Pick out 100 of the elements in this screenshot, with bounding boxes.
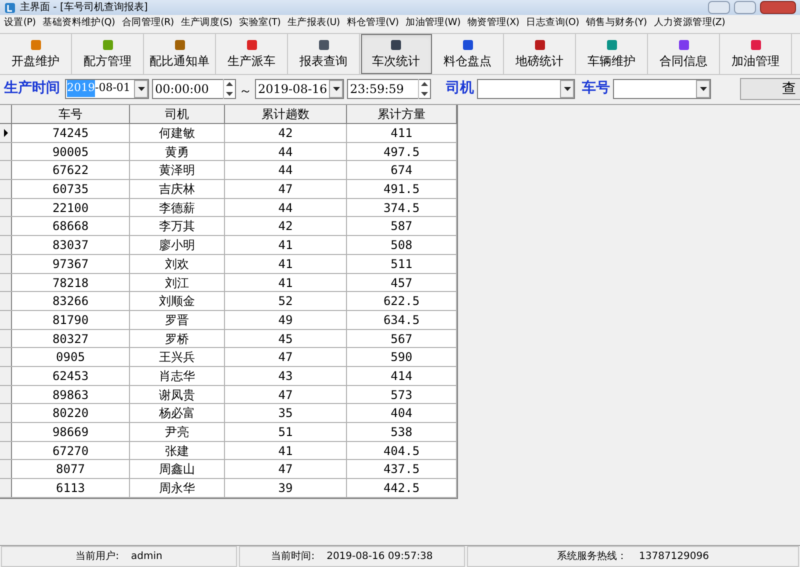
toolbar-button[interactable]: 车次统计 bbox=[360, 34, 432, 74]
date-from-field[interactable]: 2019-08-01 bbox=[65, 78, 149, 98]
menu-item[interactable]: 人力资源管理(Z) bbox=[654, 16, 726, 31]
dropdown-button[interactable] bbox=[329, 80, 343, 98]
table-cell: 22100 bbox=[12, 198, 130, 216]
table-cell: 罗晋 bbox=[130, 310, 225, 329]
menu-item[interactable]: 销售与财务(Y) bbox=[586, 16, 647, 31]
column-header[interactable]: 车号 bbox=[12, 105, 130, 123]
range-separator: ～ bbox=[239, 82, 252, 101]
time-text: 23:59:59 bbox=[350, 80, 405, 98]
table-cell: 573 bbox=[347, 386, 457, 404]
time-to-field[interactable]: 23:59:59 bbox=[347, 78, 431, 98]
table-cell: 35 bbox=[225, 404, 347, 422]
toolbar-icon bbox=[172, 38, 186, 52]
menu-item[interactable]: 日志查询(O) bbox=[526, 16, 579, 31]
spin-button[interactable] bbox=[418, 78, 430, 98]
driver-label: 司机 bbox=[446, 79, 474, 98]
table-cell: 杨必富 bbox=[130, 404, 225, 422]
table-cell: 47 bbox=[225, 180, 347, 198]
table-cell: 68668 bbox=[12, 217, 130, 236]
dropdown-arrow-icon bbox=[332, 86, 340, 90]
menu-item[interactable]: 加油管理(W) bbox=[406, 16, 460, 31]
table-cell: 508 bbox=[347, 236, 457, 254]
table-cell: 622.5 bbox=[347, 292, 457, 310]
table-cell: 李德薪 bbox=[130, 198, 225, 216]
table-cell: 47 bbox=[225, 348, 347, 366]
table-cell: 谢凤贵 bbox=[130, 386, 225, 404]
status-label: 当前用户: bbox=[76, 550, 120, 564]
table-cell: 78218 bbox=[12, 274, 130, 292]
table-cell: 567 bbox=[347, 330, 457, 348]
date-text: 2019-08-16 bbox=[258, 80, 328, 98]
table-cell: 411 bbox=[347, 124, 457, 142]
date-text: -08-01 bbox=[95, 80, 132, 96]
table-cell: 周鑫山 bbox=[130, 460, 225, 478]
driver-dropdown[interactable] bbox=[477, 78, 575, 98]
menu-item[interactable]: 生产报表(U) bbox=[288, 16, 340, 31]
menu-item[interactable]: 料仓管理(V) bbox=[346, 16, 399, 31]
date-to-field[interactable]: 2019-08-16 bbox=[255, 78, 344, 98]
status-label: 当前时间: bbox=[271, 550, 315, 564]
dropdown-button[interactable] bbox=[134, 80, 148, 98]
table-cell: 42 bbox=[225, 217, 347, 236]
query-button[interactable]: 查 bbox=[740, 78, 800, 100]
table-cell: 590 bbox=[347, 348, 457, 366]
toolbar-icon bbox=[604, 38, 618, 52]
toolbar-icon bbox=[676, 38, 690, 52]
row-header[interactable] bbox=[0, 124, 12, 142]
status-value: admin bbox=[131, 550, 162, 564]
table-cell: 442.5 bbox=[347, 479, 457, 497]
table-cell: 47 bbox=[225, 386, 347, 404]
table-cell: 黄泽明 bbox=[130, 161, 225, 180]
restore-button[interactable] bbox=[734, 1, 756, 14]
table-cell: 廖小明 bbox=[130, 236, 225, 254]
spin-button[interactable] bbox=[223, 78, 235, 98]
table-cell: 41 bbox=[225, 274, 347, 292]
table-cell: 437.5 bbox=[347, 460, 457, 478]
table-cell: 41 bbox=[225, 254, 347, 272]
dropdown-arrow-icon bbox=[700, 86, 706, 90]
table-cell: 44 bbox=[225, 161, 347, 180]
column-header[interactable]: 累计趟数 bbox=[225, 105, 347, 123]
table-cell: 51 bbox=[225, 423, 347, 441]
column-header[interactable]: 累计方量 bbox=[347, 105, 457, 123]
time-from-field[interactable]: 00:00:00 bbox=[152, 78, 236, 98]
table-cell: 587 bbox=[347, 217, 457, 236]
table-cell: 497.5 bbox=[347, 142, 457, 160]
vehicle-dropdown[interactable] bbox=[613, 78, 711, 98]
time-text: 00:00:00 bbox=[155, 80, 210, 98]
menu-item[interactable]: 基础资料维护(Q) bbox=[42, 16, 115, 31]
table-cell: 39 bbox=[225, 479, 347, 497]
table-cell: 41 bbox=[225, 442, 347, 460]
table-cell: 414 bbox=[347, 366, 457, 385]
table-cell: 刘顺金 bbox=[130, 292, 225, 310]
table-cell: 吉庆林 bbox=[130, 180, 225, 198]
menu-item[interactable]: 实验室(T) bbox=[239, 16, 281, 31]
menu-item[interactable]: 生产调度(S) bbox=[180, 16, 232, 31]
selected-text: 2019 bbox=[67, 80, 95, 97]
table-cell: 42 bbox=[225, 124, 347, 142]
table-cell: 97367 bbox=[12, 254, 130, 272]
table-cell: 80327 bbox=[12, 330, 130, 348]
menu-item[interactable]: 设置(P) bbox=[4, 16, 36, 31]
table-cell: 47 bbox=[225, 460, 347, 478]
close-button[interactable] bbox=[760, 1, 796, 14]
toolbar-icon bbox=[748, 38, 762, 52]
dropdown-arrow-icon bbox=[564, 86, 570, 90]
menu-item[interactable]: 合同管理(R) bbox=[122, 16, 174, 31]
current-row-icon bbox=[4, 128, 8, 137]
table-cell: 王兴兵 bbox=[130, 348, 225, 366]
table-cell: 98669 bbox=[12, 423, 130, 441]
table-cell: 43 bbox=[225, 366, 347, 385]
table-cell: 634.5 bbox=[347, 310, 457, 329]
table-cell: 674 bbox=[347, 161, 457, 180]
minimize-button[interactable] bbox=[708, 1, 730, 14]
table-cell: 44 bbox=[225, 142, 347, 160]
table-cell: 60735 bbox=[12, 180, 130, 198]
column-header[interactable]: 司机 bbox=[130, 105, 225, 123]
toolbar-icon bbox=[460, 38, 474, 52]
dropdown-button[interactable] bbox=[696, 80, 710, 98]
table-cell: 尹亮 bbox=[130, 423, 225, 441]
menu-item[interactable]: 物资管理(X) bbox=[467, 16, 520, 31]
table-cell: 81790 bbox=[12, 310, 130, 329]
dropdown-button[interactable] bbox=[560, 80, 574, 98]
